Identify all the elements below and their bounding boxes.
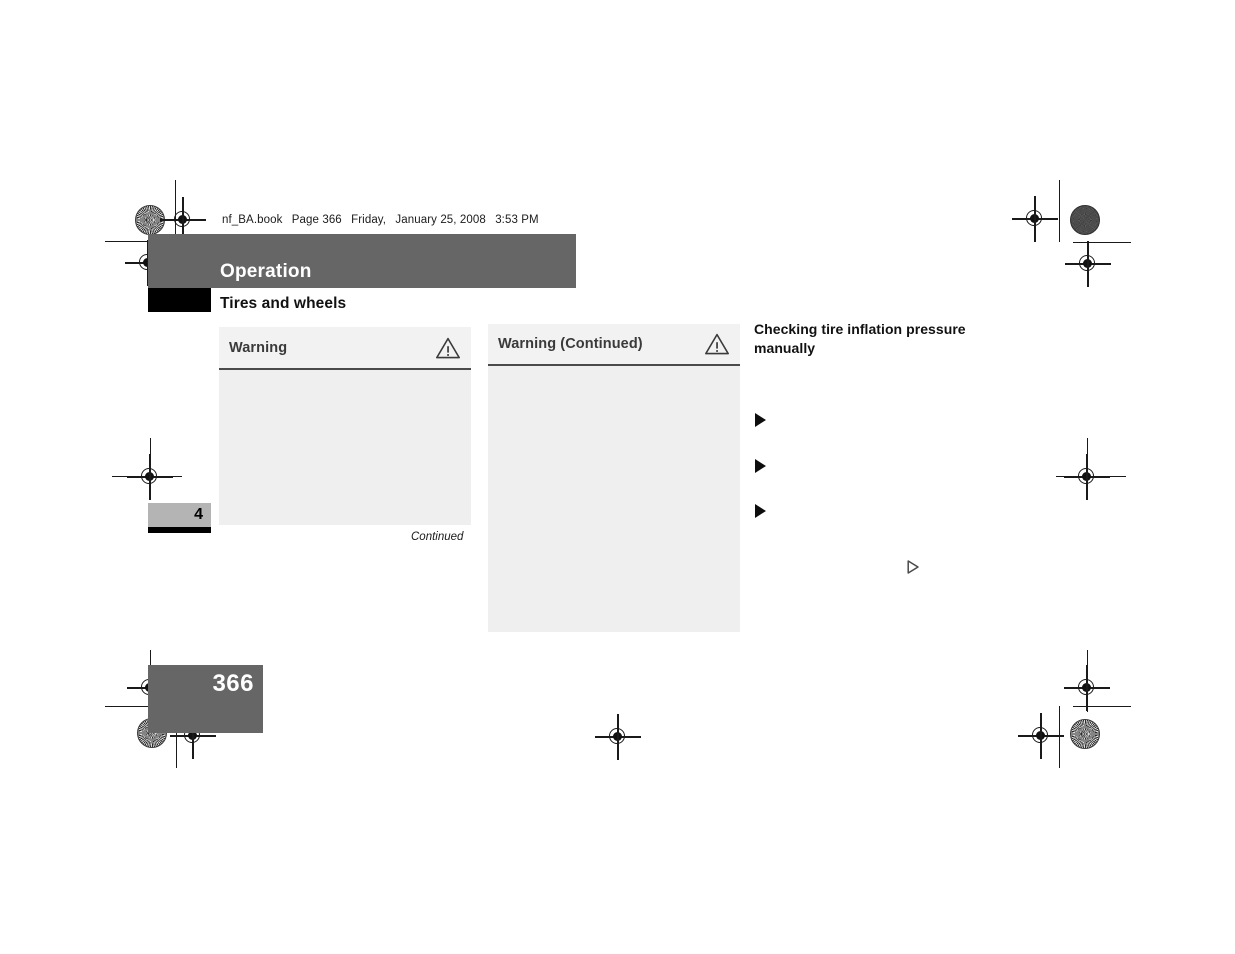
- slug-file-name: nf_BA.book: [222, 214, 283, 226]
- file-info-slug: nf_BA.book Page 366 Friday, January 25, …: [222, 214, 545, 226]
- chapter-tab-rule: [148, 527, 211, 533]
- filled-triangle-bullet-icon: [755, 459, 766, 473]
- registration-target: [127, 454, 173, 500]
- registration-dot: [1036, 731, 1045, 740]
- registration-target: [1018, 713, 1064, 759]
- warning-body: [219, 370, 471, 525]
- warning-box: Warning: [219, 327, 471, 525]
- section-title: Tires and wheels: [220, 295, 347, 312]
- registration-dot: [178, 215, 187, 224]
- hollow-triangle-icon: [906, 559, 920, 575]
- registration-dot: [145, 472, 154, 481]
- slug-date: January 25, 2008: [395, 214, 486, 226]
- registration-ring: [1078, 679, 1094, 695]
- slug-page-label: Page 366: [291, 214, 342, 226]
- page-number-block: 366: [148, 665, 263, 733]
- registration-target: [595, 714, 641, 760]
- registration-ring: [1079, 255, 1095, 271]
- warning-triangle-icon: [435, 336, 461, 360]
- registration-ring: [1032, 727, 1048, 743]
- crop-line-vertical: [1059, 180, 1061, 242]
- registration-dot: [1030, 214, 1039, 223]
- registration-ring: [609, 728, 625, 744]
- warning-header: Warning (Continued): [488, 324, 740, 366]
- rosette-registration-target: [1070, 719, 1100, 749]
- registration-ring: [1026, 210, 1042, 226]
- registration-target: [1064, 454, 1110, 500]
- manual-page: nf_BA.book Page 366 Friday, January 25, …: [0, 0, 1235, 954]
- warning-body: [488, 366, 740, 632]
- warning-continued-note: Continued: [411, 531, 464, 543]
- registration-dot: [1082, 472, 1091, 481]
- section-tab-marker: [148, 288, 211, 312]
- registration-ring: [1078, 468, 1094, 484]
- registration-target: [1012, 196, 1058, 242]
- right-column-heading: Checking tire inflation pressure manuall…: [754, 321, 966, 356]
- warning-box: Warning (Continued): [488, 324, 740, 632]
- warning-title: Warning: [229, 339, 288, 356]
- registration-target: [1065, 241, 1111, 287]
- slug-weekday: Friday,: [351, 214, 387, 226]
- warning-header: Warning: [219, 327, 471, 370]
- registration-ring: [174, 211, 190, 227]
- filled-triangle-bullet-icon: [755, 413, 766, 427]
- slug-time: 3:53 PM: [495, 214, 539, 226]
- filled-triangle-bullet-icon: [755, 504, 766, 518]
- chapter-tab: 4: [148, 503, 211, 527]
- running-header-title: Operation: [220, 261, 312, 282]
- registration-dot: [1082, 683, 1091, 692]
- chapter-tab-number: 4: [194, 506, 203, 523]
- running-header-bar: Operation: [148, 234, 576, 288]
- registration-target: [1064, 665, 1110, 711]
- page-number: 366: [212, 670, 254, 697]
- registration-ring: [141, 468, 157, 484]
- registration-dot: [1083, 259, 1092, 268]
- density-patch: [1070, 205, 1100, 235]
- warning-triangle-icon: [704, 332, 730, 356]
- registration-dot: [613, 732, 622, 741]
- warning-title: Warning (Continued): [498, 336, 643, 352]
